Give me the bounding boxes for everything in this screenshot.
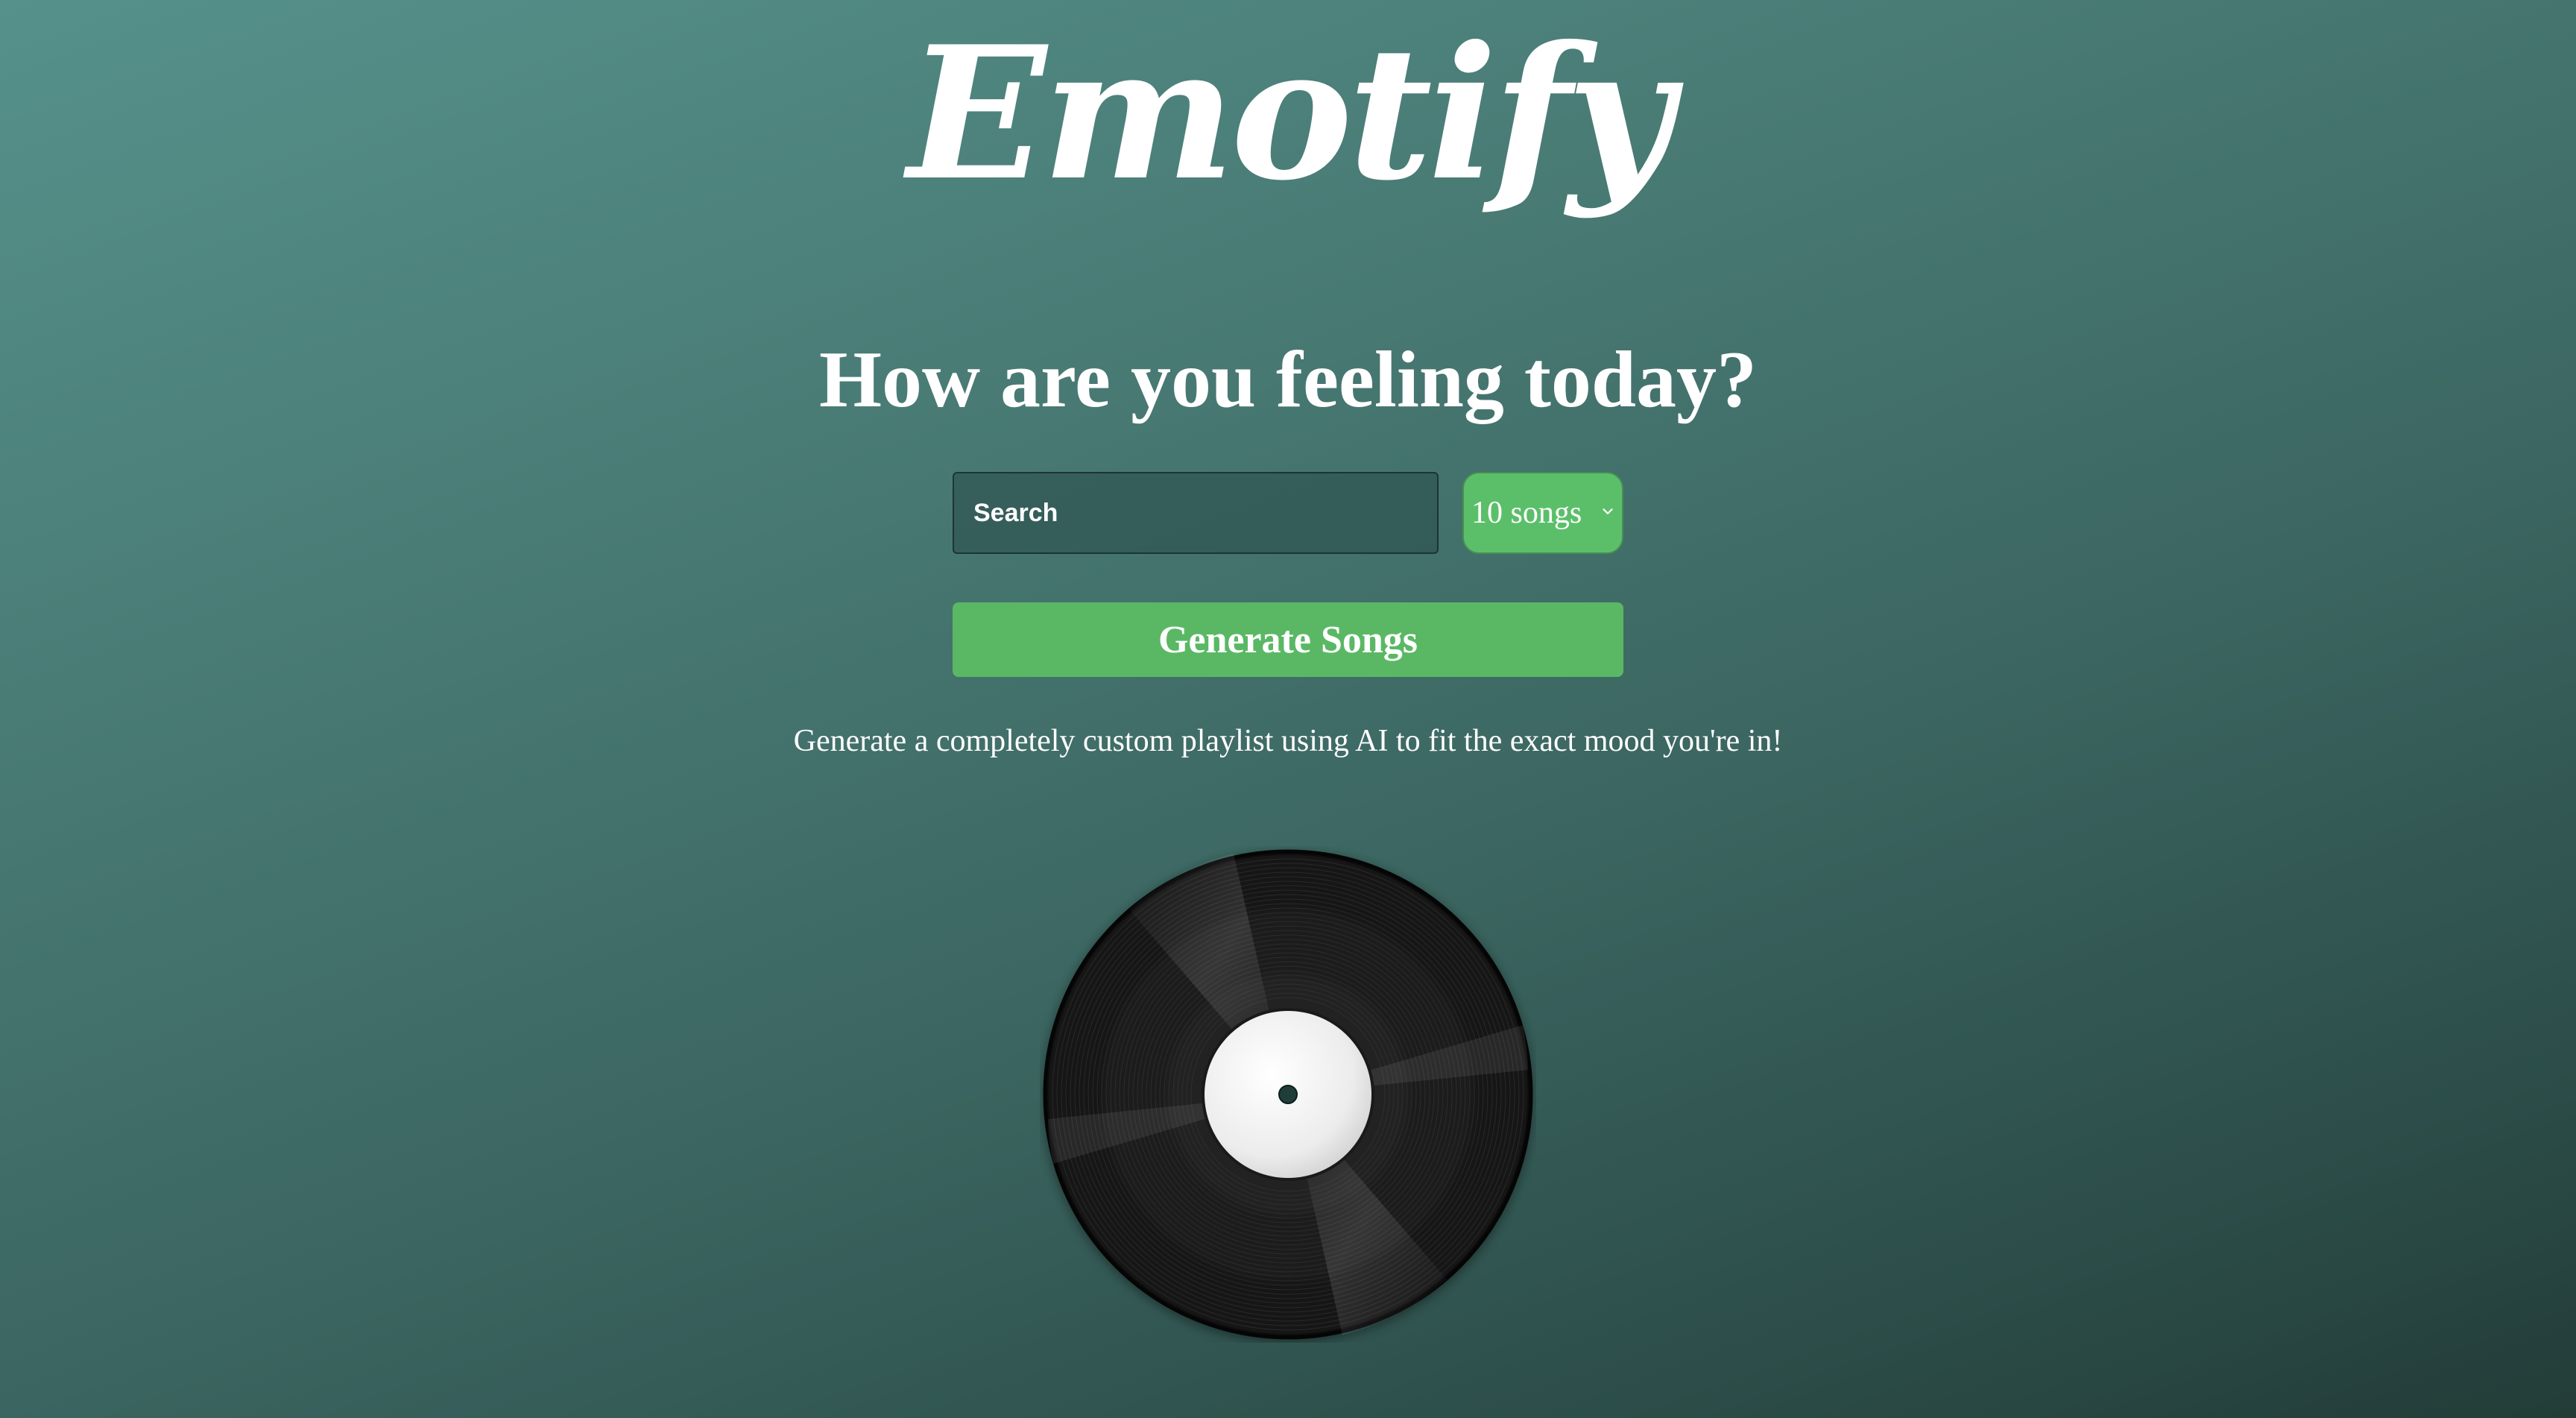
search-input[interactable] — [953, 472, 1439, 554]
page: Emotify How are you feeling today? 10 so… — [0, 0, 2576, 1418]
page-title: How are you feeling today? — [819, 335, 1757, 424]
vinyl-record-icon — [1043, 849, 1533, 1340]
chevron-down-icon — [1603, 508, 1613, 514]
song-count-value: 10 songs — [1471, 496, 1582, 530]
generate-songs-button[interactable]: Generate Songs — [953, 602, 1623, 677]
tagline: Generate a completely custom playlist us… — [793, 724, 1783, 758]
app-logo: Emotify — [907, 6, 1673, 221]
song-count-select[interactable]: 10 songs — [1462, 472, 1623, 554]
